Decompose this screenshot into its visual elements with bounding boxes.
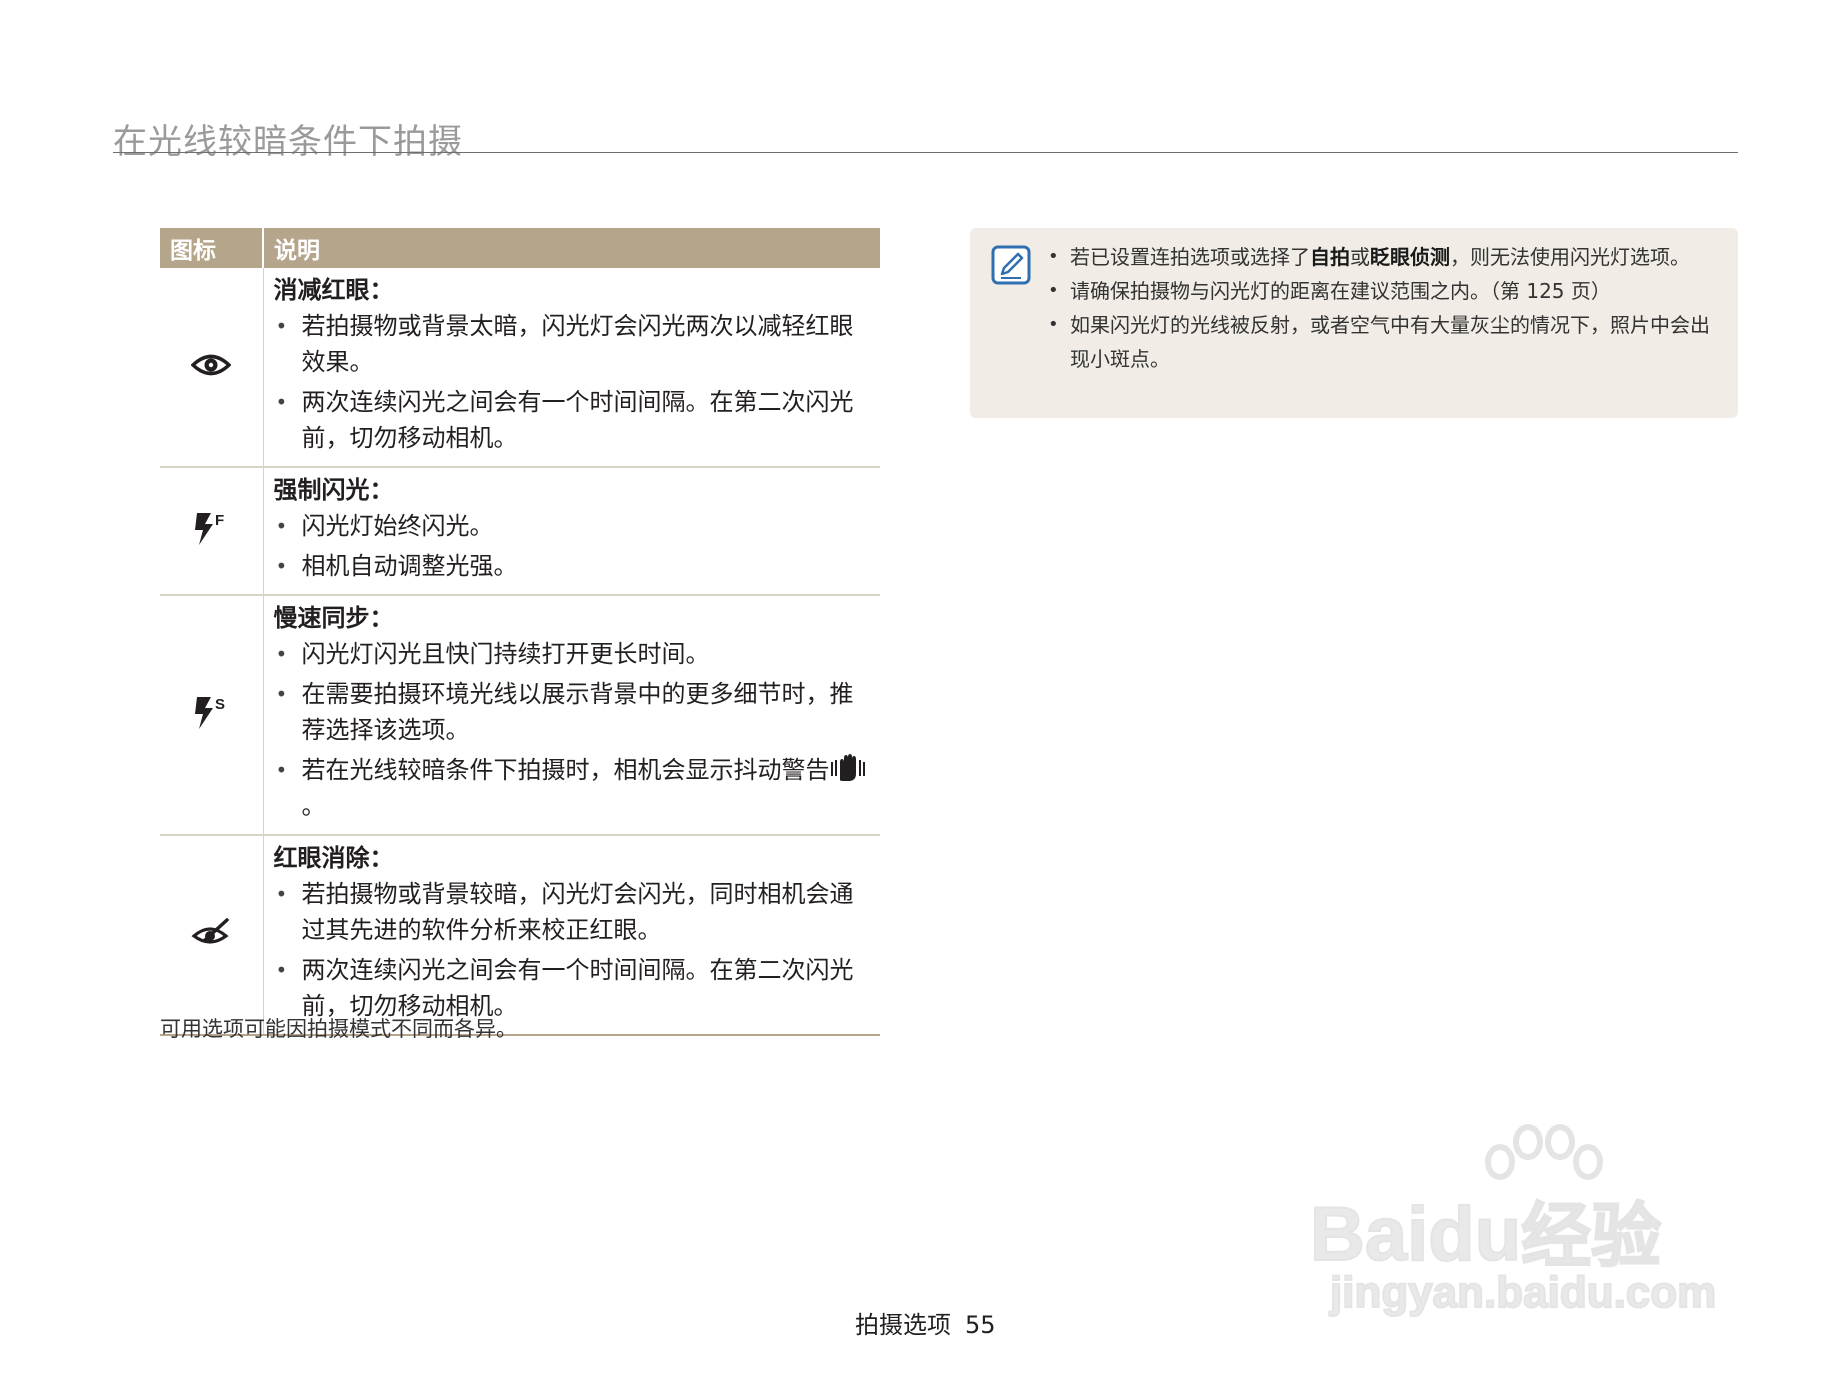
list-item: 闪光灯始终闪光。 xyxy=(274,508,871,544)
slow-sync-icon: S xyxy=(195,696,225,729)
bullet-list: 闪光灯闪光且快门持续打开更长时间。 在需要拍摄环境光线以展示背景中的更多细节时，… xyxy=(274,636,871,824)
note-item: 如果闪光灯的光线被反射，或者空气中有大量灰尘的情况下，照片中会出现小斑点。 xyxy=(1048,308,1718,376)
option-name: 消减红眼： xyxy=(273,276,394,304)
icon-cell xyxy=(160,835,264,1036)
page-title: 在光线较暗条件下拍摄 xyxy=(113,122,463,162)
note-box: 若已设置连拍选项或选择了自拍或眨眼侦测，则无法使用闪光灯选项。 请确保拍摄物与闪… xyxy=(970,228,1738,418)
option-name: 慢速同步： xyxy=(273,604,394,632)
note-text: ，则无法使用闪光灯选项。 xyxy=(1450,245,1690,269)
list-item: 两次连续闪光之间会有一个时间间隔。在第二次闪光前，切勿移动相机。 xyxy=(274,384,871,456)
page-number: 55 xyxy=(965,1311,996,1339)
icon-cell: F xyxy=(160,467,264,596)
note-list: 若已设置连拍选项或选择了自拍或眨眼侦测，则无法使用闪光灯选项。 请确保拍摄物与闪… xyxy=(1048,240,1718,376)
table-row: S 慢速同步： 闪光灯闪光且快门持续打开更长时间。 在需要拍摄环境光线以展示背景… xyxy=(160,595,880,836)
list-item: 相机自动调整光强。 xyxy=(274,548,871,584)
table-header-row: 图标 说明 xyxy=(160,228,880,268)
note-text: 或 xyxy=(1350,245,1370,269)
table-row: 红眼消除： 若拍摄物或背景较暗，闪光灯会闪光，同时相机会通过其先进的软件分析来校… xyxy=(160,835,880,1036)
svg-text:F: F xyxy=(215,512,224,529)
fill-in-flash-icon: F xyxy=(195,512,224,545)
option-name: 红眼消除： xyxy=(273,844,394,872)
bullet-list: 闪光灯始终闪光。 相机自动调整光强。 xyxy=(274,508,871,584)
list-item: 在需要拍摄环境光线以展示背景中的更多细节时，推荐选择该选项。 xyxy=(274,676,871,748)
note-bold-term: 眨眼侦测 xyxy=(1370,245,1450,269)
icon-cell xyxy=(160,268,264,468)
footer-section: 拍摄选项 xyxy=(855,1311,951,1339)
list-item: 若拍摄物或背景较暗，闪光灯会闪光，同时相机会通过其先进的软件分析来校正红眼。 xyxy=(274,876,871,948)
description-cell: 慢速同步： 闪光灯闪光且快门持续打开更长时间。 在需要拍摄环境光线以展示背景中的… xyxy=(263,595,880,836)
header-description: 说明 xyxy=(263,228,880,268)
note-pen-icon xyxy=(991,245,1031,285)
table-row: 消减红眼： 若拍摄物或背景太暗，闪光灯会闪光两次以减轻红眼效果。 两次连续闪光之… xyxy=(160,268,880,468)
red-eye-icon xyxy=(190,354,232,376)
list-item: 若在光线较暗条件下拍摄时，相机会显示抖动警告 。 xyxy=(274,752,871,824)
list-item-text: 若在光线较暗条件下拍摄时，相机会显示抖动警告 xyxy=(301,756,830,784)
red-eye-fix-icon xyxy=(191,918,229,944)
table-row: F 强制闪光： 闪光灯始终闪光。 相机自动调整光强。 xyxy=(160,467,880,596)
description-cell: 消减红眼： 若拍摄物或背景太暗，闪光灯会闪光两次以减轻红眼效果。 两次连续闪光之… xyxy=(263,268,880,468)
header-icon: 图标 xyxy=(160,228,264,268)
page-footer: 拍摄选项 55 xyxy=(855,1305,996,1340)
bullet-list: 若拍摄物或背景较暗，闪光灯会闪光，同时相机会通过其先进的软件分析来校正红眼。 两… xyxy=(274,876,871,1024)
watermark-url: jingyan.baidu.com xyxy=(1329,1267,1717,1318)
flash-options-table: 图标 说明 消减红眼： 若拍摄物或背景太暗，闪光灯会闪光两次以减轻红眼效果。 两… xyxy=(160,228,880,1036)
bullet-list: 若拍摄物或背景太暗，闪光灯会闪光两次以减轻红眼效果。 两次连续闪光之间会有一个时… xyxy=(274,308,871,456)
note-item: 请确保拍摄物与闪光灯的距离在建议范围之内。（第 125 页） xyxy=(1048,274,1718,308)
description-cell: 红眼消除： 若拍摄物或背景较暗，闪光灯会闪光，同时相机会通过其先进的软件分析来校… xyxy=(263,835,880,1036)
option-name: 强制闪光： xyxy=(273,476,394,504)
icon-cell: S xyxy=(160,595,264,836)
shake-warning-icon xyxy=(830,754,865,781)
watermark-brand-du: du xyxy=(1427,1191,1522,1278)
watermark-cn: 经验 xyxy=(1520,1194,1662,1278)
list-item: 闪光灯闪光且快门持续打开更长时间。 xyxy=(274,636,871,672)
note-bold-term: 自拍 xyxy=(1310,245,1350,269)
svg-text:S: S xyxy=(215,696,225,713)
description-cell: 强制闪光： 闪光灯始终闪光。 相机自动调整光强。 xyxy=(263,467,880,596)
table-footnote: 可用选项可能因拍摄模式不同而各异。 xyxy=(160,1017,517,1041)
watermark-brand: Bai xyxy=(1309,1191,1429,1278)
title-rule xyxy=(113,152,1738,153)
note-item: 若已设置连拍选项或选择了自拍或眨眼侦测，则无法使用闪光灯选项。 xyxy=(1048,240,1718,274)
list-item: 若拍摄物或背景太暗，闪光灯会闪光两次以减轻红眼效果。 xyxy=(274,308,871,380)
list-item-suffix: 。 xyxy=(301,792,326,820)
note-text: 若已设置连拍选项或选择了 xyxy=(1070,245,1310,269)
